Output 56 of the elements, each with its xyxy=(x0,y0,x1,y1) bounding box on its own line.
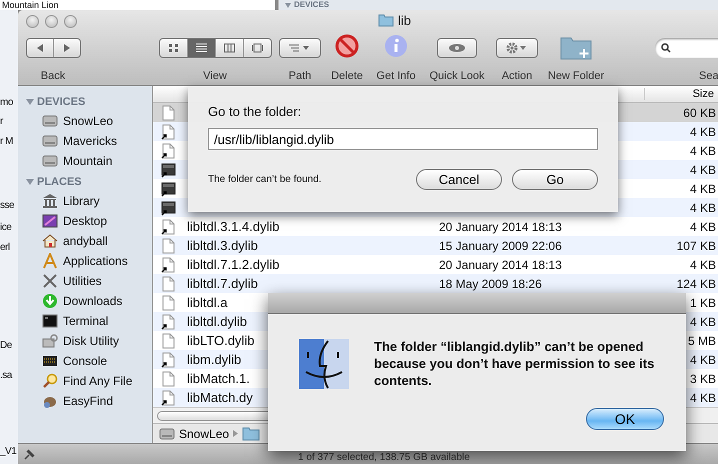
file-name: libLTO.dylib xyxy=(187,333,254,348)
file-size: 60 KB xyxy=(683,106,716,120)
sheet-prompt: Go to the folder: xyxy=(208,104,302,119)
toolbar-label: View xyxy=(203,70,227,82)
file-name: libltdl.3.dylib xyxy=(187,238,258,253)
file-size: 4 KB xyxy=(690,144,716,158)
file-size: 4 KB xyxy=(690,182,716,196)
date-modified: 18 May 2009 18:26 xyxy=(439,276,542,290)
file-name: libltdl.7.1.2.dylib xyxy=(187,257,280,272)
background-text: sse xyxy=(0,200,14,211)
toolbar-label: Get Info xyxy=(376,70,416,82)
date-modified: 20 January 2014 18:13 xyxy=(439,258,562,272)
file-name: libMatch.dy xyxy=(187,390,253,405)
toolbar-label: Quick Look xyxy=(429,70,485,82)
background-window-title: Mountain Lion xyxy=(2,0,59,10)
file-size: 1 KB xyxy=(690,296,716,310)
file-size: 4 KB xyxy=(690,390,716,404)
file-size: 124 KB xyxy=(676,276,716,290)
sidebar-section-header: PLACES xyxy=(37,176,82,188)
file-size: 4 KB xyxy=(690,124,716,138)
error-message: The folder can’t be found. xyxy=(208,174,322,185)
toolbar-label: Path xyxy=(288,70,312,82)
window-title: lib xyxy=(398,13,412,28)
background-text: _V1 xyxy=(0,446,16,457)
sidebar-section-header: DEVICES xyxy=(37,96,86,108)
file-size: 4 KB xyxy=(690,314,716,328)
toolbar-label: Action xyxy=(502,70,532,82)
file-size: 4 KB xyxy=(690,200,716,214)
file-size: 4 KB xyxy=(690,220,716,234)
date-modified: 20 January 2014 18:13 xyxy=(439,220,562,234)
alert-message: The folder “liblangid.dylib” can’t be opened because you don’t have permission to see its contents. xyxy=(374,338,656,390)
file-size: 4 KB xyxy=(690,258,716,272)
toolbar-label: New Folder xyxy=(548,70,604,82)
background-text: erl xyxy=(0,242,10,253)
file-size: 3 KB xyxy=(690,372,716,386)
background-sidebar-header: DEVICES xyxy=(294,0,330,10)
file-size: 4 KB xyxy=(690,352,716,366)
file-name: libltdl.7.dylib xyxy=(187,276,258,291)
file-size: 5 MB xyxy=(688,334,716,348)
file-name: libMatch.1. xyxy=(187,371,250,386)
date-modified: 15 January 2009 22:06 xyxy=(439,238,562,252)
background-text: .sa xyxy=(0,370,12,381)
background-text: ice xyxy=(0,222,12,233)
background-text: mo xyxy=(0,97,13,108)
file-name: libm.dylib xyxy=(187,352,242,367)
toolbar-label: Delete xyxy=(331,70,363,82)
background-text: r M xyxy=(0,136,13,147)
background-text: De xyxy=(0,340,12,351)
status-text: 1 of 377 selected, 138.75 GB available xyxy=(298,452,470,463)
file-name: libltdl.3.1.4.dylib xyxy=(187,219,280,234)
background-text: r xyxy=(0,116,3,127)
file-size: 4 KB xyxy=(690,162,716,176)
file-size: 107 KB xyxy=(676,238,716,252)
file-name: libltdl.a xyxy=(187,295,228,310)
toolbar-label: Back xyxy=(40,70,66,82)
file-name: libltdl.dylib xyxy=(187,314,247,329)
